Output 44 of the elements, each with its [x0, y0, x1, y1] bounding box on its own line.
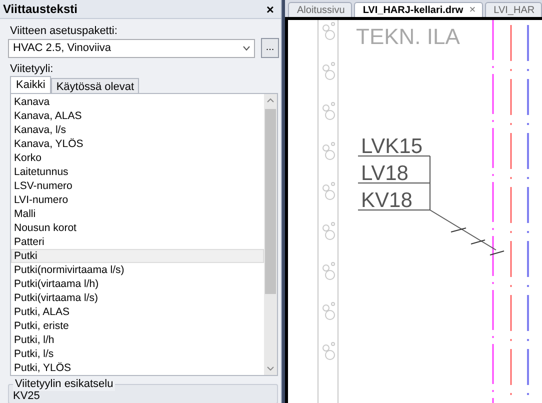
- list-item[interactable]: Korko: [11, 151, 264, 165]
- panel-title: Viittausteksti: [3, 1, 78, 18]
- scroll-up-icon: [267, 98, 274, 103]
- list-item[interactable]: Putki(virtaama l/h): [11, 277, 264, 291]
- list-item[interactable]: Putki, ALAS: [11, 305, 264, 319]
- group-label: Viitetyylin esikatselu: [13, 377, 116, 391]
- close-button[interactable]: ×: [262, 2, 278, 16]
- reference-text: LVK15: [361, 135, 422, 158]
- list-item[interactable]: Putki(virtaama l/s): [11, 291, 264, 305]
- list-item[interactable]: Kanava, YLÖS: [11, 137, 264, 151]
- list-item[interactable]: Putki(normivirtaama l/s): [11, 263, 264, 277]
- tab[interactable]: Käytössä olevat: [51, 78, 139, 93]
- list-item[interactable]: LVI-numero: [11, 193, 264, 207]
- close-tab-icon[interactable]: ×: [469, 2, 476, 17]
- room-label: TEKN. ILA: [356, 24, 460, 49]
- list-item[interactable]: Patteri: [11, 235, 264, 249]
- field-label: Viitetyyli:: [10, 63, 54, 76]
- list-item[interactable]: LSV-numero: [11, 179, 264, 193]
- preview-text: KV25: [13, 390, 41, 403]
- list-item[interactable]: Laitetunnus: [11, 165, 264, 179]
- scrollbar-thumb[interactable]: [265, 109, 276, 294]
- reference-text: LV18: [361, 162, 408, 185]
- document-tab[interactable]: LVI_HARJ-kellari.drw ×: [354, 2, 483, 17]
- document-tab[interactable]: Aloitussivu: [288, 2, 352, 17]
- list-item[interactable]: Putki, YLÖS: [11, 361, 264, 375]
- browse-button[interactable]: ...: [261, 38, 279, 58]
- tab[interactable]: Kaikki: [10, 76, 52, 93]
- list-item[interactable]: Putki, eriste: [11, 319, 264, 333]
- list-item[interactable]: Putki, l/h: [11, 333, 264, 347]
- list-item[interactable]: Kanava: [11, 95, 264, 109]
- list-item[interactable]: Putki, l/s: [11, 347, 264, 361]
- scroll-down-icon: [267, 366, 274, 371]
- list-item[interactable]: Kanava, ALAS: [11, 109, 264, 123]
- list-item[interactable]: Kanava, l/s: [11, 123, 264, 137]
- scrollbar[interactable]: [264, 94, 277, 375]
- document-tab[interactable]: LVI_HAR: [484, 2, 542, 17]
- chevron-down-icon: [243, 46, 250, 50]
- field-label: Viitteen asetuspaketti:: [10, 25, 118, 38]
- list-item[interactable]: Putki: [11, 249, 264, 263]
- list-item[interactable]: Nousun korot: [11, 221, 264, 235]
- list-item[interactable]: Malli: [11, 207, 264, 221]
- reference-text: KV18: [361, 189, 412, 212]
- package-dropdown[interactable]: HVAC 2.5, Vinoviiva: [8, 38, 255, 58]
- tick-mark-drawing: [450, 228, 504, 256]
